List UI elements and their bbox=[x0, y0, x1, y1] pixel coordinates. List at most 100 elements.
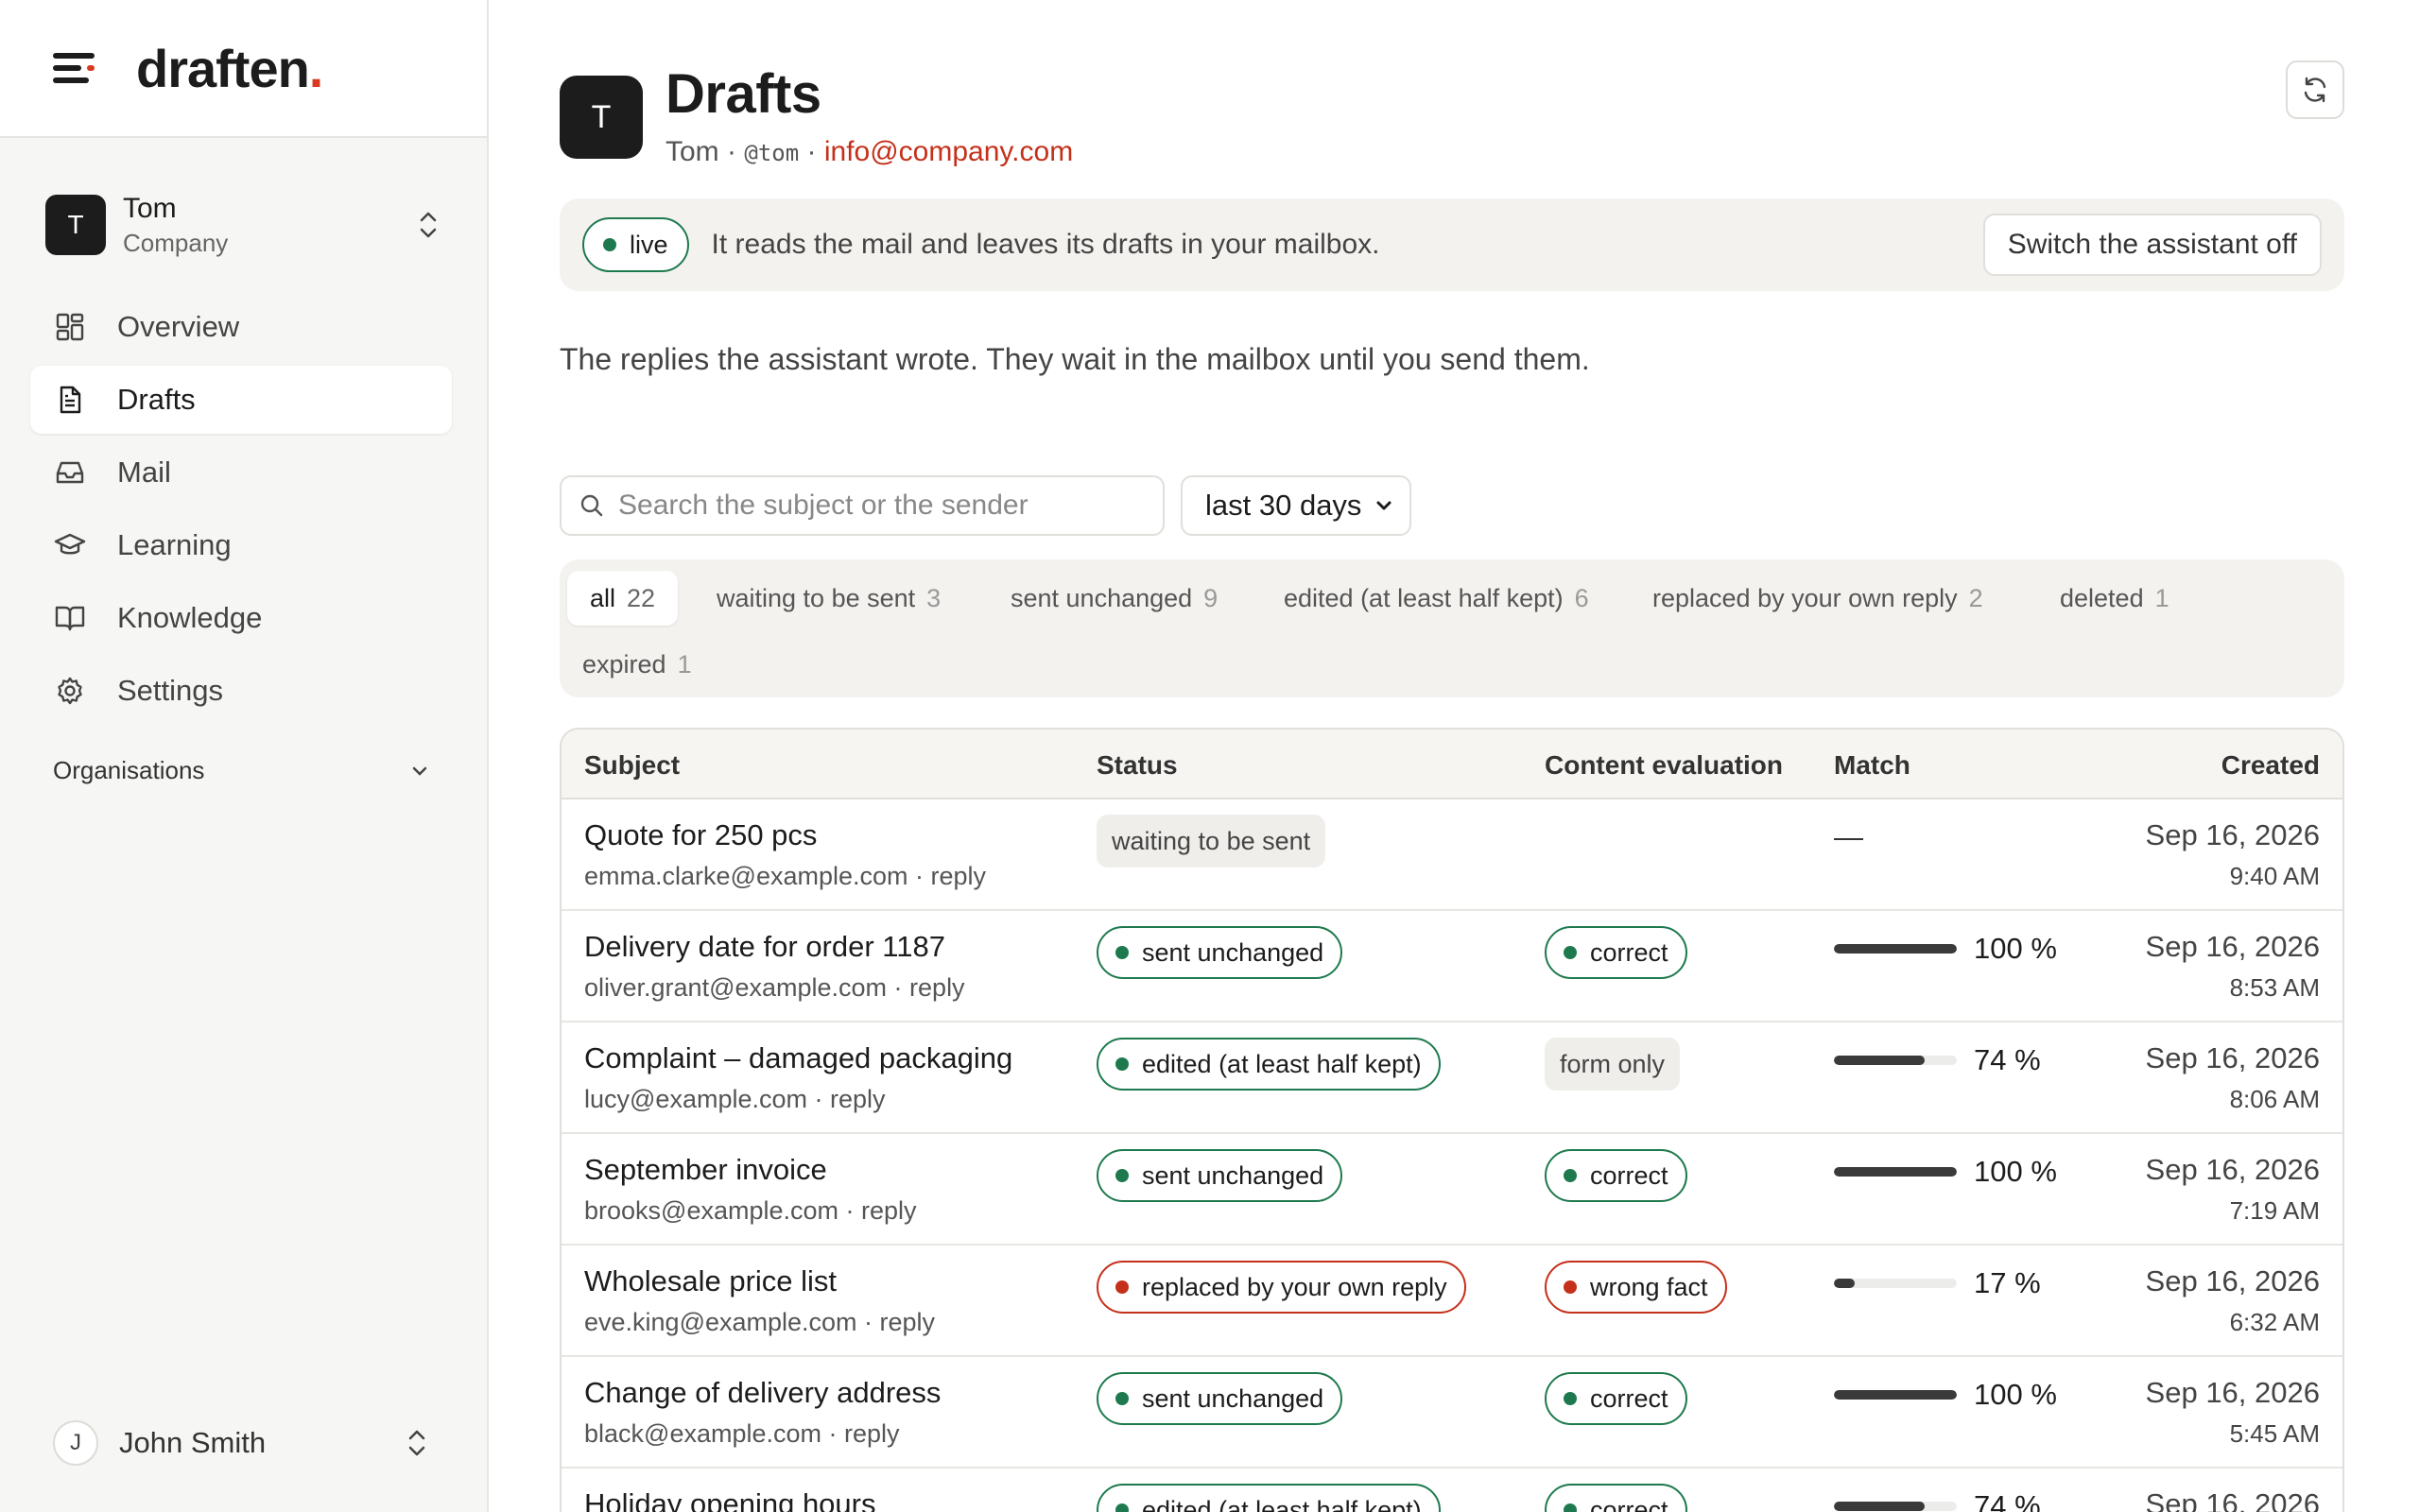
subject-cell: Change of delivery address black@example… bbox=[584, 1376, 941, 1449]
column-header-status[interactable]: Status bbox=[1097, 750, 1178, 781]
status-dot bbox=[1115, 1169, 1129, 1182]
evaluation-badge: correct bbox=[1545, 1372, 1687, 1425]
app-logo[interactable]: draften. bbox=[136, 38, 323, 99]
sidebar-nav: Overview Drafts Mail Learning Knowledge bbox=[30, 293, 452, 730]
search-input[interactable]: Search the subject or the sender bbox=[560, 475, 1165, 536]
filter-chip-deleted[interactable]: deleted 1 bbox=[2037, 571, 2192, 626]
column-header-subject[interactable]: Subject bbox=[584, 750, 680, 781]
filter-chip-sent-unchanged[interactable]: sent unchanged 9 bbox=[988, 571, 1240, 626]
sidebar-item-label: Learning bbox=[117, 528, 232, 561]
refresh-button[interactable] bbox=[2286, 60, 2344, 119]
sidebar-item-label: Overview bbox=[117, 310, 240, 343]
mailbox-owner: Tom bbox=[666, 136, 719, 167]
status-dot bbox=[1564, 1280, 1577, 1294]
user-menu[interactable]: J John Smith bbox=[53, 1419, 431, 1467]
draft-sender: oliver.grant@example.com · reply bbox=[584, 973, 965, 1002]
grid-icon bbox=[53, 310, 87, 344]
draft-subject: Delivery date for order 1187 bbox=[584, 930, 945, 963]
match-bar bbox=[1834, 1167, 1957, 1177]
search-icon bbox=[580, 494, 603, 517]
draft-subject: Change of delivery address bbox=[584, 1376, 942, 1409]
filter-chip-expired[interactable]: expired 1 bbox=[560, 637, 715, 692]
match-cell: 100 % bbox=[1834, 932, 2057, 966]
created-cell: Sep 16, 2026 6:32 AM bbox=[2146, 1264, 2320, 1337]
created-time: 7:19 AM bbox=[2229, 1196, 2320, 1225]
table-row[interactable]: Holiday opening hours edited (at least h… bbox=[562, 1469, 2342, 1512]
menu-icon[interactable] bbox=[53, 49, 96, 87]
created-cell: Sep 16, 2026 bbox=[2146, 1487, 2320, 1512]
status-cell: sent unchanged bbox=[1097, 1372, 1343, 1425]
account-name: Tom bbox=[123, 192, 177, 224]
page-subtitle: Tom · @tom · info@company.com bbox=[666, 136, 1074, 167]
match-cell: 74 % bbox=[1834, 1489, 2041, 1512]
evaluation-badge: correct bbox=[1545, 926, 1687, 979]
chevron-updown-icon bbox=[408, 1430, 425, 1456]
created-cell: Sep 16, 2026 5:45 AM bbox=[2146, 1376, 2320, 1449]
sidebar-item-mail[interactable]: Mail bbox=[30, 438, 452, 507]
status-cell: waiting to be sent bbox=[1097, 815, 1326, 868]
document-icon bbox=[53, 383, 87, 417]
created-cell: Sep 16, 2026 8:53 AM bbox=[2146, 930, 2320, 1003]
match-percent: 74 % bbox=[1974, 1489, 2041, 1512]
subject-cell: Quote for 250 pcs emma.clarke@example.co… bbox=[584, 818, 986, 891]
sidebar-item-settings[interactable]: Settings bbox=[30, 657, 452, 725]
chevron-down-icon bbox=[1376, 501, 1392, 510]
sidebar: draften. T Tom Company Overview Drafts M… bbox=[0, 0, 489, 1512]
evaluation-badge: form only bbox=[1545, 1038, 1681, 1091]
sidebar-item-drafts[interactable]: Drafts bbox=[30, 366, 452, 434]
table-row[interactable]: Quote for 250 pcs emma.clarke@example.co… bbox=[562, 799, 2342, 911]
sidebar-item-knowledge[interactable]: Knowledge bbox=[30, 584, 452, 652]
table-row[interactable]: September invoice brooks@example.com · r… bbox=[562, 1134, 2342, 1246]
status-dot bbox=[1115, 1280, 1129, 1294]
match-cell: 100 % bbox=[1834, 1378, 2057, 1412]
evaluation-cell: wrong fact bbox=[1545, 1261, 1727, 1314]
table-row[interactable]: Change of delivery address black@example… bbox=[562, 1357, 2342, 1469]
status-cell: edited (at least half kept) bbox=[1097, 1484, 1441, 1512]
filter-chip-replaced[interactable]: replaced by your own reply 2 bbox=[1630, 571, 2006, 626]
sidebar-item-overview[interactable]: Overview bbox=[30, 293, 452, 361]
graduation-cap-icon bbox=[53, 528, 87, 562]
filter-chip-all[interactable]: all 22 bbox=[567, 571, 679, 626]
match-percent: 100 % bbox=[1974, 932, 2057, 965]
assistant-status-banner: live It reads the mail and leaves its dr… bbox=[560, 198, 2344, 291]
column-header-evaluation[interactable]: Content evaluation bbox=[1545, 750, 1783, 781]
date-range-value: last 30 days bbox=[1205, 489, 1362, 522]
date-range-select[interactable]: last 30 days bbox=[1181, 475, 1411, 536]
created-cell: Sep 16, 2026 9:40 AM bbox=[2146, 818, 2320, 891]
evaluation-badge: correct bbox=[1545, 1484, 1687, 1512]
created-date: Sep 16, 2026 bbox=[2145, 930, 2320, 963]
chevron-down-icon bbox=[412, 766, 427, 776]
filter-chip-waiting[interactable]: waiting to be sent 3 bbox=[694, 571, 963, 626]
draft-sender: emma.clarke@example.com · reply bbox=[584, 862, 987, 890]
filter-chip-edited[interactable]: edited (at least half kept) 6 bbox=[1261, 571, 1612, 626]
status-badge: sent unchanged bbox=[1097, 1149, 1343, 1202]
match-cell: 17 % bbox=[1834, 1266, 2041, 1300]
switch-assistant-off-button[interactable]: Switch the assistant off bbox=[1982, 214, 2322, 276]
status-dot bbox=[1564, 1503, 1577, 1512]
table-row[interactable]: Complaint – damaged packaging lucy@examp… bbox=[562, 1022, 2342, 1134]
created-time: 8:53 AM bbox=[2229, 973, 2320, 1002]
sidebar-item-learning[interactable]: Learning bbox=[30, 511, 452, 579]
organisations-toggle[interactable]: Organisations bbox=[53, 756, 431, 785]
table-row[interactable]: Wholesale price list eve.king@example.co… bbox=[562, 1246, 2342, 1357]
created-cell: Sep 16, 2026 8:06 AM bbox=[2146, 1041, 2320, 1114]
sidebar-item-label: Settings bbox=[117, 674, 224, 707]
match-bar bbox=[1834, 944, 1957, 954]
account-switcher[interactable]: T Tom Company bbox=[45, 192, 442, 257]
mailbox-handle: @tom bbox=[744, 140, 800, 166]
status-filter-bar: all 22 waiting to be sent 3 sent unchanged… bbox=[560, 559, 2344, 697]
table-body: Quote for 250 pcs emma.clarke@example.co… bbox=[562, 799, 2342, 1512]
organisations-label: Organisations bbox=[53, 756, 205, 784]
refresh-icon bbox=[2304, 77, 2326, 103]
column-header-created[interactable]: Created bbox=[2221, 750, 2320, 781]
match-empty: — bbox=[1834, 820, 1863, 853]
sidebar-item-label: Mail bbox=[117, 455, 171, 489]
mailbox-email[interactable]: info@company.com bbox=[824, 136, 1073, 167]
status-dot bbox=[1115, 1503, 1129, 1512]
table-row[interactable]: Delivery date for order 1187 oliver.gran… bbox=[562, 911, 2342, 1022]
evaluation-badge: correct bbox=[1545, 1149, 1687, 1202]
column-header-match[interactable]: Match bbox=[1834, 750, 1910, 781]
match-bar bbox=[1834, 1279, 1957, 1288]
subject-cell: Wholesale price list eve.king@example.co… bbox=[584, 1264, 935, 1337]
evaluation-cell: correct bbox=[1545, 926, 1687, 979]
